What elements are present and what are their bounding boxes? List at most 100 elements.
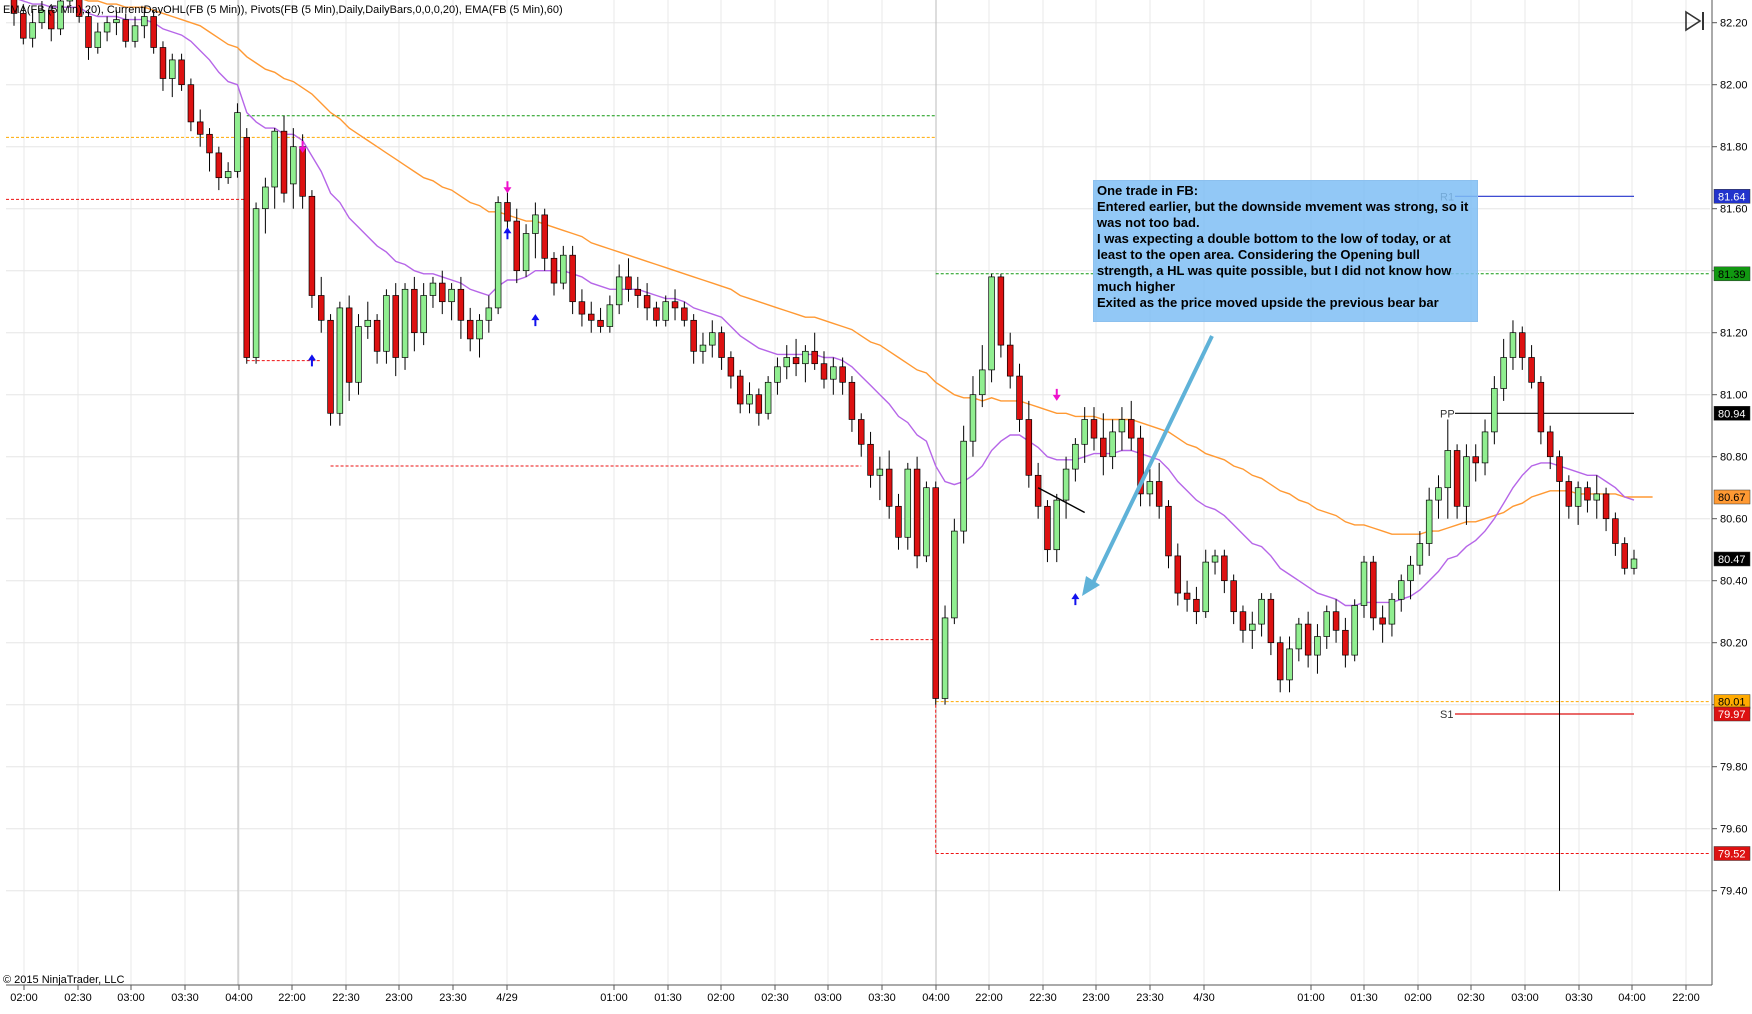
candle-body — [634, 288, 642, 296]
x-tick-label: 23:30 — [1136, 992, 1164, 1004]
y-tick-label: 79.40 — [1720, 886, 1748, 898]
candle-body — [569, 254, 576, 303]
x-tick-label: 23:30 — [439, 992, 467, 1004]
candle-body — [1630, 558, 1638, 569]
candle-body — [1193, 598, 1200, 613]
candle-body — [1025, 419, 1033, 476]
candle-body — [1435, 487, 1442, 501]
candle-body — [1174, 555, 1182, 594]
candle-body — [1342, 629, 1349, 656]
candle-body — [494, 202, 502, 309]
trade-annotation-note[interactable]: One trade in FB: Entered earlier, but th… — [1093, 180, 1478, 322]
candle-body — [830, 366, 837, 380]
candle-body — [1379, 617, 1386, 625]
candle-body — [839, 366, 846, 383]
candle-body — [457, 288, 465, 321]
candle-body — [113, 19, 120, 24]
candle-body — [532, 214, 539, 234]
candle-body — [1100, 437, 1107, 458]
candle-body — [588, 313, 595, 321]
skip-to-end-icon[interactable] — [1683, 10, 1707, 32]
price-chart[interactable]: 82.4082.2082.0081.8081.6081.4081.2081.00… — [0, 0, 1752, 1009]
candle-body — [783, 357, 790, 368]
candle-body — [643, 295, 651, 309]
candle-body — [271, 130, 278, 188]
candle-body — [1072, 443, 1079, 470]
candle-body — [1584, 487, 1591, 501]
candle-body — [1239, 611, 1247, 631]
candle-body — [923, 487, 930, 557]
x-tick-label: 04:00 — [1618, 992, 1646, 1004]
candle-body — [66, 0, 74, 2]
candle-body — [1509, 332, 1517, 358]
candle-body — [85, 16, 92, 48]
candle-body — [383, 295, 390, 352]
x-tick-label: 01:30 — [1350, 992, 1378, 1004]
candlestick-chart[interactable]: 82.4082.2082.0081.8081.6081.4081.2081.00… — [0, 0, 1752, 1009]
candle-body — [178, 59, 185, 86]
candle-body — [541, 214, 548, 259]
candle-body — [169, 59, 176, 79]
candle-body — [1016, 375, 1023, 420]
candle-body — [1528, 357, 1535, 383]
x-tick-label: 04:00 — [225, 992, 253, 1004]
x-tick-label: 23:00 — [385, 992, 413, 1004]
candle-body — [671, 301, 679, 309]
x-tick-label: 03:30 — [868, 992, 896, 1004]
candle-body — [252, 208, 260, 358]
candle-body — [997, 276, 1005, 346]
candle-body — [951, 530, 958, 619]
candle-body — [1546, 431, 1554, 458]
price-label-text: 80.67 — [1718, 492, 1746, 504]
pivot-label: S1 — [1440, 709, 1453, 721]
candle-body — [1006, 344, 1014, 377]
candle-body — [1062, 468, 1070, 501]
x-tick-label: 02:00 — [10, 992, 38, 1004]
x-tick-label: 01:30 — [654, 992, 682, 1004]
candle-body — [858, 419, 865, 445]
candle-body — [736, 375, 744, 405]
x-tick-label: 22:00 — [278, 992, 306, 1004]
candle-body — [597, 319, 604, 327]
x-tick-label: 22:30 — [1029, 992, 1057, 1004]
candle-body — [262, 186, 269, 210]
candle-body — [1323, 611, 1330, 637]
candle-body — [848, 381, 856, 420]
y-tick-label: 80.40 — [1720, 576, 1748, 588]
candle-body — [709, 332, 716, 346]
x-tick-label: 03:30 — [1565, 992, 1593, 1004]
candle-body — [131, 25, 139, 42]
candle-body — [1211, 555, 1219, 563]
candle-body — [774, 366, 781, 383]
candle-body — [913, 468, 921, 557]
candle-body — [355, 326, 362, 383]
candle-body — [1472, 456, 1479, 464]
candle-body — [1165, 505, 1172, 557]
x-tick-label: 01:00 — [1297, 992, 1325, 1004]
candle-body — [1295, 623, 1303, 650]
candle-body — [932, 487, 939, 699]
candle-body — [364, 319, 372, 327]
candle-body — [653, 307, 660, 321]
x-tick-label: 03:00 — [1511, 992, 1539, 1004]
candle-body — [122, 19, 129, 42]
candle-body — [1444, 450, 1452, 489]
candle-body — [960, 440, 967, 532]
price-label-text: 80.94 — [1718, 408, 1746, 420]
candle-body — [802, 350, 809, 365]
candle-body — [485, 307, 493, 321]
candle-body — [196, 121, 204, 135]
candle-body — [1183, 592, 1191, 600]
price-label-text: 79.97 — [1718, 709, 1746, 721]
x-tick-label: 22:00 — [1672, 992, 1700, 1004]
y-tick-label: 81.80 — [1720, 142, 1748, 154]
price-label-text: 81.39 — [1718, 269, 1746, 281]
candle-body — [345, 307, 353, 383]
candle-body — [718, 332, 725, 358]
candle-body — [1230, 580, 1237, 613]
candle-body — [1053, 499, 1060, 551]
candle-body — [327, 319, 334, 414]
indicator-label: EMA(FB (5 Min),20), CurrentDayOHL(FB (5 … — [3, 4, 563, 16]
candle-body — [466, 319, 474, 340]
candle-body — [1398, 580, 1405, 600]
